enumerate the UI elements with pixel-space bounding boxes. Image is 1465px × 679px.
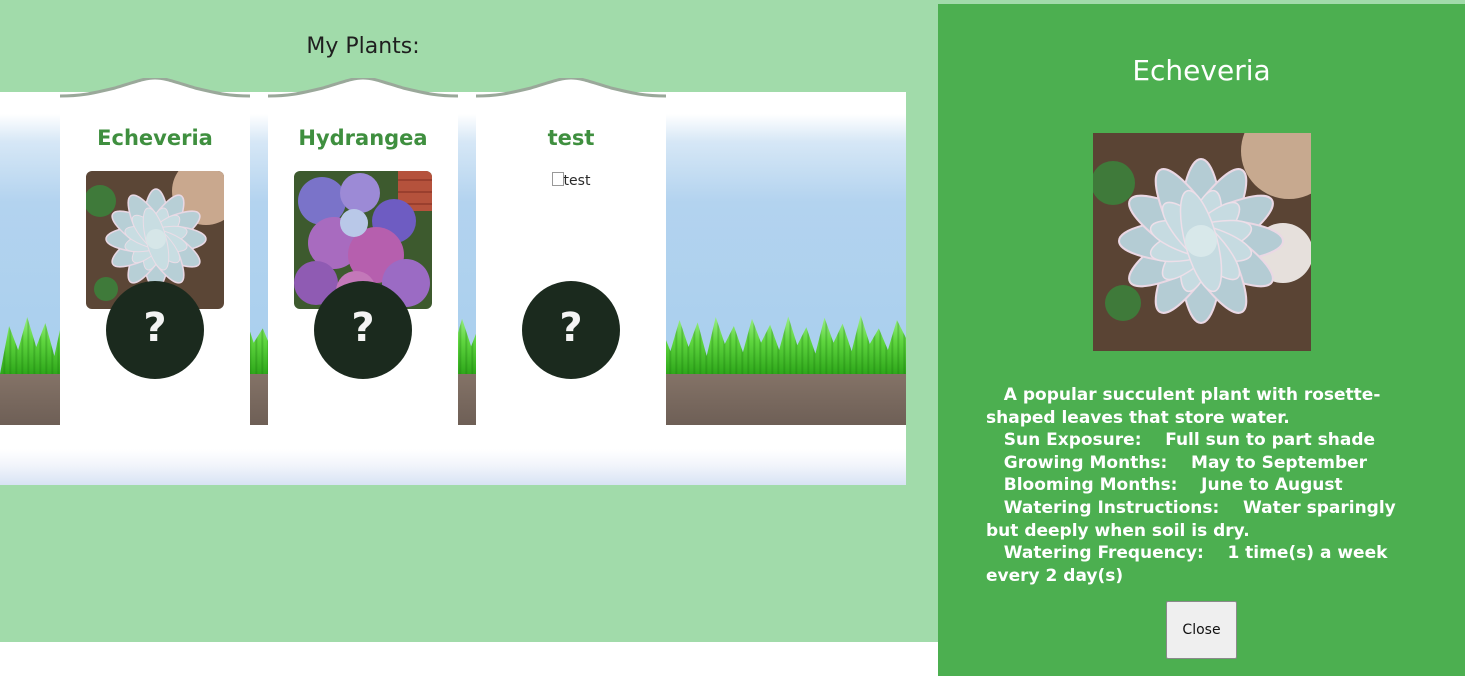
detail-field-growing: Growing Months: May to September	[986, 452, 1426, 475]
detail-field-blooming: Blooming Months: June to August	[986, 474, 1426, 497]
plant-name: test	[547, 126, 595, 150]
close-button[interactable]: Close	[1166, 601, 1237, 659]
card-wave-top	[60, 78, 250, 110]
broken-image: test	[476, 172, 666, 189]
detail-photo	[1093, 133, 1311, 351]
question-badge[interactable]: ?	[522, 281, 620, 379]
field-value: May to September	[1191, 452, 1368, 473]
detail-description: A popular succulent plant with rosette-s…	[986, 385, 1381, 428]
question-badge[interactable]: ?	[106, 281, 204, 379]
plant-name: Hydrangea	[298, 126, 428, 150]
scene-fade	[0, 425, 906, 485]
question-mark-icon: ?	[351, 305, 375, 351]
card-wave-top	[268, 78, 458, 110]
page-title: My Plants:	[306, 34, 420, 59]
plant-card-echeveria[interactable]: Echeveria ?	[60, 78, 250, 425]
broken-image-alt: test	[563, 173, 591, 189]
plant-name: Echeveria	[97, 126, 213, 150]
field-label: Sun Exposure:	[1003, 430, 1142, 451]
broken-image-icon	[551, 172, 564, 186]
plant-card-hydrangea[interactable]: Hydrangea ?	[268, 78, 458, 425]
question-badge[interactable]: ?	[314, 281, 412, 379]
field-value: June to August	[1201, 475, 1343, 496]
detail-field-sun: Sun Exposure: Full sun to part shade	[986, 429, 1426, 452]
detail-field-watering-instructions: Watering Instructions: Water sparingly b…	[986, 497, 1426, 542]
field-label: Watering Frequency:	[1003, 543, 1204, 564]
field-label: Growing Months:	[1003, 452, 1168, 473]
detail-field-watering-frequency: Watering Frequency: 1 time(s) a week eve…	[986, 542, 1426, 587]
question-mark-icon: ?	[143, 305, 167, 351]
field-label: Watering Instructions:	[1003, 497, 1220, 518]
card-wave-top	[476, 78, 666, 110]
detail-info: A popular succulent plant with rosette-s…	[986, 384, 1426, 587]
plant-detail-panel: Echeveria A popular succulent plant with…	[938, 4, 1465, 676]
plant-card-test[interactable]: test test ?	[476, 78, 666, 425]
field-label: Blooming Months:	[1003, 475, 1178, 496]
detail-title: Echeveria	[1132, 54, 1271, 87]
field-value: Full sun to part shade	[1165, 430, 1376, 451]
question-mark-icon: ?	[559, 305, 583, 351]
